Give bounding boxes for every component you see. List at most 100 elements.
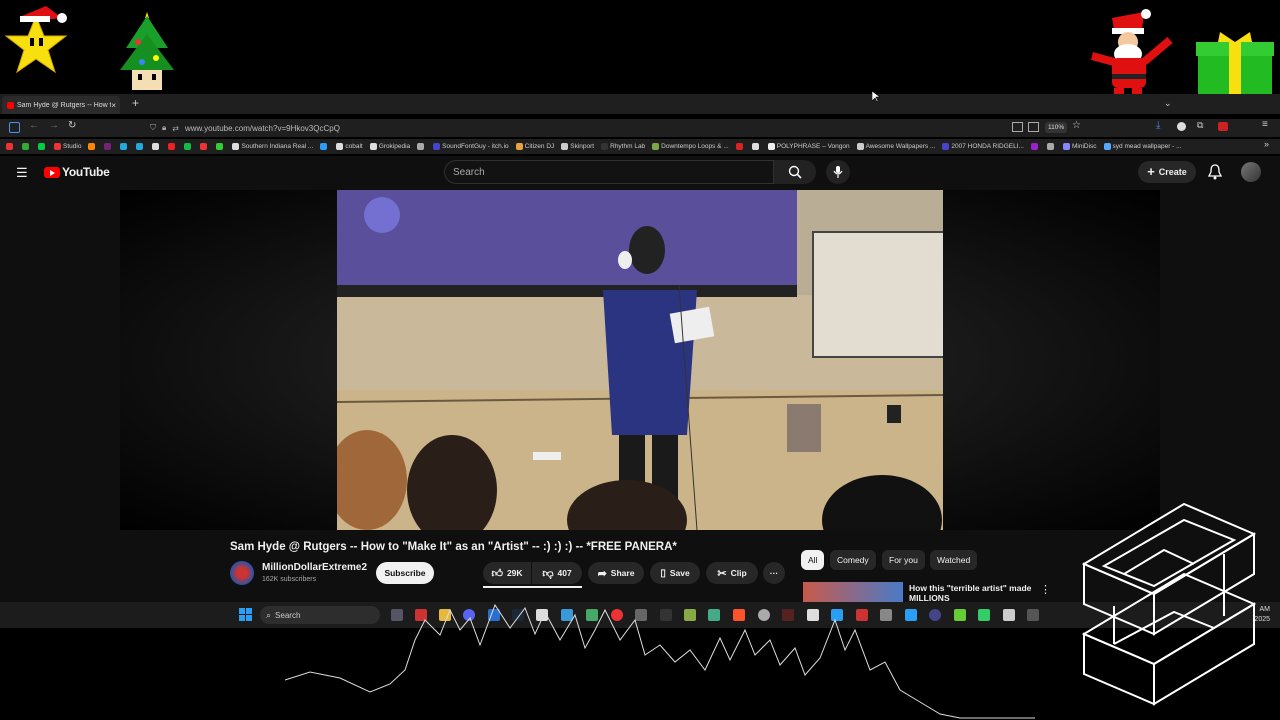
bookmark-item[interactable]	[6, 143, 15, 150]
subscribe-button[interactable]: Subscribe	[376, 562, 434, 584]
bookmark-item[interactable]	[320, 143, 329, 150]
bookmark-label: syd mead wallpaper - ...	[1112, 143, 1182, 150]
bookmark-skinport[interactable]: Skinport	[561, 143, 594, 150]
bookmark-item[interactable]	[216, 143, 225, 150]
more-actions-button[interactable]: ···	[763, 562, 785, 584]
bookmark-item[interactable]	[735, 143, 745, 150]
search-button[interactable]	[774, 160, 816, 184]
bookmark-item[interactable]	[168, 143, 177, 150]
share-button[interactable]: ➦ Share	[588, 562, 644, 584]
notifications-bell-icon[interactable]	[1208, 164, 1222, 180]
browser-tab-bar: Sam Hyde @ Rutgers -- How to "Make It" a…	[0, 94, 1280, 114]
bookmark-favicon-icon	[120, 143, 128, 150]
permissions-icon[interactable]: ⇄	[172, 124, 179, 133]
bookmark-item[interactable]	[38, 143, 47, 150]
bookmark-item[interactable]	[1046, 143, 1056, 150]
bookmark-grokipedia[interactable]: Grokipedia	[369, 143, 410, 150]
recommendation-thumbnail[interactable]	[803, 582, 903, 602]
tab-list-chevron-icon[interactable]: ⌄	[1164, 98, 1172, 109]
bookmark-southern-indiana[interactable]: Southern Indiana Real ...	[232, 143, 313, 150]
bookmark-label: Citizen DJ	[524, 143, 555, 150]
lock-icon[interactable]: 🔒︎	[162, 123, 166, 133]
bookmark-rhythm-lab[interactable]: Rhythm Lab	[601, 143, 645, 150]
channel-name[interactable]: MillionDollarExtreme2	[262, 562, 367, 573]
bookmark-favicon-icon	[1046, 143, 1054, 150]
bookmark-downtempo[interactable]: Downtempo Loops & ...	[652, 143, 729, 150]
bookmark-citizen-dj[interactable]: Citizen DJ	[515, 143, 555, 150]
guide-menu-icon[interactable]: ☰	[16, 165, 28, 181]
forward-arrow-icon[interactable]: →	[49, 120, 59, 131]
bookmark-star-icon[interactable]: ☆	[1072, 120, 1081, 131]
create-label: Create	[1158, 167, 1187, 177]
picture-in-picture-icon[interactable]	[1012, 122, 1023, 132]
bookmark-minidisc[interactable]: MiniDisc	[1062, 143, 1097, 150]
bookmark-item[interactable]	[417, 143, 426, 150]
clip-button[interactable]: ✂ Clip	[706, 562, 758, 584]
bookmark-label: Studio	[63, 143, 82, 150]
bookmark-polyphrase[interactable]: POLYPHRASE – Vongon	[767, 143, 850, 150]
bookmark-item[interactable]	[152, 143, 161, 150]
search-input[interactable]: Search	[444, 160, 774, 184]
new-tab-button[interactable]: +	[132, 96, 139, 110]
video-title: Sam Hyde @ Rutgers -- How to "Make It" a…	[230, 541, 677, 553]
zoom-level-badge[interactable]: 110%	[1045, 122, 1068, 133]
bookmark-label: cobalt	[345, 143, 363, 150]
bookmark-favicon-icon	[942, 143, 950, 150]
pixel-star-decoration	[2, 4, 70, 78]
reload-icon[interactable]: ↻	[68, 120, 76, 131]
chip-comedy[interactable]: Comedy	[830, 550, 876, 570]
chip-watched[interactable]: Watched	[930, 550, 978, 570]
url-field[interactable]: ⛉ 🔒︎ ⇄ www.youtube.com/watch?v=9Hkov3QcC…	[150, 121, 1080, 135]
bookmark-item[interactable]	[1030, 143, 1040, 150]
voice-search-button[interactable]	[826, 160, 850, 184]
bookmark-syd-mead[interactable]: syd mead wallpaper - ...	[1103, 143, 1182, 150]
back-arrow-icon[interactable]: ←	[29, 120, 39, 131]
reader-view-icon[interactable]	[1028, 122, 1039, 132]
bookmark-item[interactable]	[22, 143, 31, 150]
bookmark-favicon-icon	[417, 143, 425, 150]
thumbs-up-icon: 👍︎	[491, 567, 503, 580]
shield-icon[interactable]: ⛉	[150, 123, 156, 133]
menu-hamburger-icon[interactable]: ≡	[1262, 119, 1268, 130]
bookmark-favicon-icon	[767, 143, 775, 150]
dislike-button[interactable]: 👎︎ 407	[532, 562, 582, 584]
close-tab-icon[interactable]: ×	[111, 101, 116, 110]
ublock-icon[interactable]	[1218, 122, 1228, 131]
bookmark-favicon-icon	[136, 143, 144, 150]
bookmarks-overflow-chevron-icon[interactable]: »	[1264, 139, 1269, 149]
bookmark-soundfontguy[interactable]: SoundFontGuy - itch.io	[433, 143, 509, 150]
youtube-logo[interactable]: YouTube	[44, 165, 110, 179]
save-button[interactable]: ▯ Save	[650, 562, 700, 584]
microphone-icon	[833, 166, 843, 178]
bookmark-item[interactable]	[200, 143, 209, 150]
bookmark-honda[interactable]: 2007 HONDA RIDGELI...	[942, 143, 1024, 150]
extensions-puzzle-icon[interactable]: ⧉	[1197, 120, 1203, 131]
bookmark-awesome-wallpapers[interactable]: Awesome Wallpapers ...	[856, 143, 935, 150]
downloads-icon[interactable]: ⤓	[1156, 120, 1160, 131]
channel-avatar[interactable]	[230, 561, 254, 585]
bookmark-favicon-icon	[184, 143, 192, 150]
bookmark-item[interactable]	[184, 143, 193, 150]
create-button[interactable]: + Create	[1138, 161, 1196, 183]
bookmark-favicon-icon	[104, 143, 112, 150]
bookmark-item[interactable]	[88, 143, 97, 150]
share-arrow-icon: ➦	[597, 567, 607, 580]
video-frame-image	[337, 190, 943, 530]
account-avatar[interactable]	[1241, 162, 1261, 182]
sidebar-toggle-icon[interactable]	[9, 122, 20, 133]
youtube-play-logo-icon	[44, 166, 60, 178]
browser-tab-active[interactable]: Sam Hyde @ Rutgers -- How to "Make It" a…	[2, 96, 120, 114]
bookmark-item[interactable]	[136, 143, 145, 150]
bookmark-item[interactable]	[751, 143, 761, 150]
like-button[interactable]: 👍︎ 29K	[483, 562, 531, 584]
video-player[interactable]	[337, 190, 943, 530]
recommendation-more-icon[interactable]: ⋮	[1040, 583, 1051, 596]
bookmark-item[interactable]	[120, 143, 129, 150]
extension-blocker-icon[interactable]	[1177, 122, 1186, 131]
bookmark-cobalt[interactable]: cobalt	[336, 143, 363, 150]
chip-for-you[interactable]: For you	[882, 550, 925, 570]
chip-all[interactable]: All	[801, 550, 825, 570]
bookmark-item[interactable]	[104, 143, 113, 150]
bookmark-studio[interactable]: Studio	[54, 143, 81, 150]
windows-start-icon[interactable]	[239, 608, 252, 621]
